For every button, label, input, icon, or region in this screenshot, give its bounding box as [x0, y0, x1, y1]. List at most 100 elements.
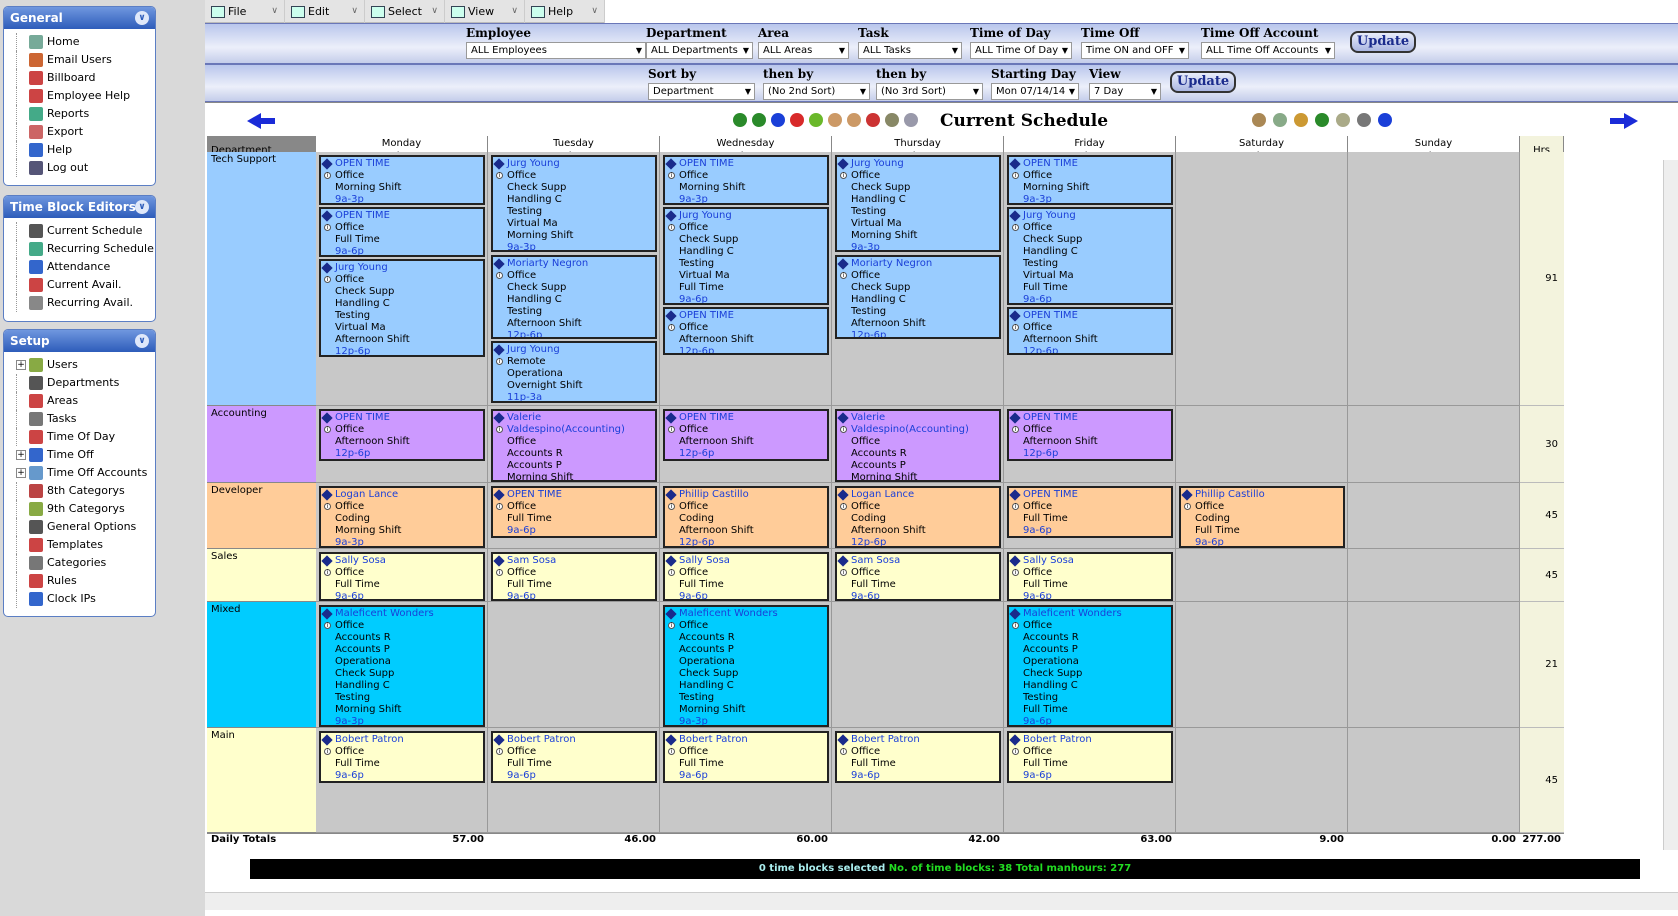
info-icon[interactable]: i — [496, 503, 503, 510]
edit-icon[interactable] — [1294, 113, 1308, 127]
info-icon[interactable]: i — [840, 503, 847, 510]
employee-select[interactable]: ALL Employees — [466, 42, 646, 59]
time-block[interactable]: i Sam Sosa Office Full Time 9a-6p — [835, 552, 1001, 601]
help-icon[interactable] — [1378, 113, 1392, 127]
menu-select[interactable]: Select ∨ — [365, 0, 445, 23]
tbe-item-attendance[interactable]: Attendance — [16, 258, 155, 276]
time-block[interactable]: i Jurg Young Office Check Supp Handling C Tes… — [1007, 207, 1173, 305]
info-icon[interactable]: i — [1012, 224, 1019, 231]
menu-edit[interactable]: Edit ∨ — [285, 0, 365, 23]
info-icon[interactable]: i — [324, 569, 331, 576]
info-icon[interactable]: i — [668, 622, 675, 629]
info-icon[interactable]: i — [668, 503, 675, 510]
info-icon[interactable]: i — [668, 324, 675, 331]
time-block[interactable]: i Sally Sosa Office Full Time 9a-6p — [319, 552, 485, 601]
info-icon[interactable]: i — [496, 358, 503, 365]
info-icon[interactable]: i — [1012, 569, 1019, 576]
day-cell[interactable] — [1176, 728, 1348, 833]
setup-item-templates[interactable]: Templates — [16, 536, 155, 554]
time-block[interactable]: i OPEN TIME Office Afternoon Shift 12p-6p — [663, 409, 829, 461]
area-select[interactable]: ALL Areas — [758, 42, 849, 59]
paste-icon[interactable] — [847, 113, 861, 127]
starting-day-select[interactable]: Mon 07/14/14 — [991, 83, 1079, 100]
info-icon[interactable]: i — [496, 748, 503, 755]
refresh-icon[interactable] — [733, 113, 747, 127]
day-cell[interactable] — [488, 602, 660, 728]
day-cell[interactable] — [1348, 152, 1520, 406]
info-icon[interactable]: i — [1012, 503, 1019, 510]
info-icon[interactable]: i — [496, 426, 503, 433]
time-block[interactable]: i Jurg Young Office Check Supp Handling C Tes… — [319, 259, 485, 357]
tbe-item-recurring-schedule[interactable]: Recurring Schedule — [16, 240, 155, 258]
general-item-help[interactable]: Help — [16, 141, 155, 159]
filter-update-button[interactable]: Update — [1350, 31, 1416, 53]
general-item-email-users[interactable]: Email Users — [16, 51, 155, 69]
time-block[interactable]: i Sally Sosa Office Full Time 9a-6p — [1007, 552, 1173, 601]
menu-view[interactable]: View ∨ — [445, 0, 525, 23]
collapse-icon[interactable]: ∨ — [135, 334, 149, 348]
expand-icon[interactable]: + — [16, 450, 26, 460]
tbe-item-recurring-avail[interactable]: Recurring Avail. — [16, 294, 155, 312]
info-icon[interactable]: i — [840, 272, 847, 279]
info-icon[interactable]: i — [668, 224, 675, 231]
info-icon[interactable]: i — [496, 272, 503, 279]
time-block[interactable]: i OPEN TIME Office Afternoon Shift 12p-6p — [1007, 409, 1173, 461]
info-icon[interactable]: i — [324, 426, 331, 433]
time-of-day-select[interactable]: ALL Time Of Day — [970, 42, 1072, 59]
expand-icon[interactable]: + — [16, 360, 26, 370]
info-icon[interactable]: i — [496, 569, 503, 576]
then-by-select[interactable]: (No 2nd Sort) — [763, 83, 870, 100]
info-icon[interactable]: i — [324, 276, 331, 283]
report-icon[interactable] — [1336, 113, 1350, 127]
setup-item-departments[interactable]: Departments — [16, 374, 155, 392]
day-cell[interactable] — [1348, 602, 1520, 728]
setup-item-8th-categorys[interactable]: 8th Categorys — [16, 482, 155, 500]
time-block[interactable]: i OPEN TIME Office Afternoon Shift 12p-6p — [1007, 307, 1173, 355]
sort-by-select[interactable]: Department — [648, 83, 755, 100]
day-cell[interactable] — [1176, 406, 1348, 483]
setup-item-tasks[interactable]: Tasks — [16, 410, 155, 428]
info-icon[interactable]: i — [668, 172, 675, 179]
setup-item-rules[interactable]: Rules — [16, 572, 155, 590]
time-block[interactable]: i OPEN TIME Office Full Time 9a-6p — [1007, 486, 1173, 538]
add-icon[interactable] — [752, 113, 766, 127]
copy-icon[interactable] — [828, 113, 842, 127]
setup-item-9th-categorys[interactable]: 9th Categorys — [16, 500, 155, 518]
info-icon[interactable]: i — [668, 569, 675, 576]
setup-item-users[interactable]: + Users — [16, 356, 155, 374]
time-block[interactable]: i Phillip Castillo Office Coding Afternoon S… — [663, 486, 829, 548]
info-icon[interactable]: i — [668, 748, 675, 755]
info-icon[interactable]: i — [1012, 324, 1019, 331]
department-select[interactable]: ALL Departments — [646, 42, 753, 59]
document-icon[interactable] — [1273, 113, 1287, 127]
setup-item-areas[interactable]: Areas — [16, 392, 155, 410]
time-block[interactable]: i Valerie Valdespino(Accounting) Office Acc… — [835, 409, 1001, 482]
day-cell[interactable] — [1348, 728, 1520, 833]
day-cell[interactable] — [1176, 152, 1348, 406]
setup-item-time-of-day[interactable]: Time Of Day — [16, 428, 155, 446]
time-block[interactable]: i Jurg Young Office Check Supp Handling C Tes… — [491, 155, 657, 252]
time-block[interactable]: i Jurg Young Remote Operationa Overnight Shi… — [491, 341, 657, 403]
general-item-employee-help[interactable]: Employee Help — [16, 87, 155, 105]
time-block[interactable]: i Moriarty Negron Office Check Supp Handling… — [835, 255, 1001, 339]
setup-panel-header[interactable]: Setup ∨ — [4, 330, 155, 352]
tbe-item-current-schedule[interactable]: Current Schedule — [16, 222, 155, 240]
info-icon[interactable]: i — [840, 748, 847, 755]
star-icon[interactable] — [866, 113, 880, 127]
menu-help[interactable]: Help ∨ — [525, 0, 605, 23]
time-block[interactable]: i Bobert Patron Office Full Time 9a-6p — [1007, 731, 1173, 783]
day-cell[interactable] — [1176, 602, 1348, 728]
time-block[interactable]: i Bobert Patron Office Full Time 9a-6p — [663, 731, 829, 783]
setup-item-general-options[interactable]: General Options — [16, 518, 155, 536]
time-block[interactable]: i Moriarty Negron Office Check Supp Handling… — [491, 255, 657, 339]
general-item-home[interactable]: Home — [16, 33, 155, 51]
general-item-export[interactable]: Export — [16, 123, 155, 141]
info-icon[interactable]: i — [1184, 503, 1191, 510]
tbe-item-current-avail[interactable]: Current Avail. — [16, 276, 155, 294]
info-icon[interactable]: i — [496, 172, 503, 179]
collapse-icon[interactable]: ∨ — [135, 11, 149, 25]
delete-icon[interactable] — [790, 113, 804, 127]
vertical-scrollbar[interactable] — [1663, 160, 1678, 850]
time-block[interactable]: i Valerie Valdespino(Accounting) Office Acc… — [491, 409, 657, 482]
info-icon[interactable]: i — [324, 224, 331, 231]
